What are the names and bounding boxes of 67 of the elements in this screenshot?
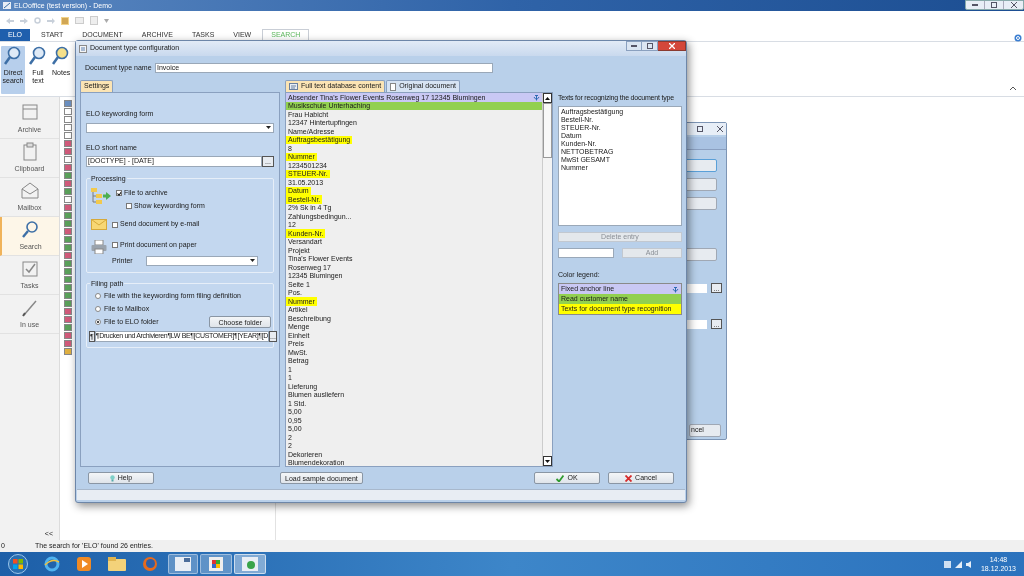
restore-icon[interactable]: [697, 126, 703, 132]
checkbox[interactable]: [126, 202, 132, 209]
cross-icon: [625, 474, 633, 482]
restore-icon: [991, 2, 997, 8]
dropdown-icon[interactable]: [104, 18, 109, 23]
dropdown[interactable]: [146, 255, 258, 266]
checkbox[interactable]: [112, 242, 118, 249]
help-icon[interactable]: [1014, 34, 1022, 42]
minimize-icon: [972, 4, 978, 6]
checkmark-icon: [556, 474, 565, 482]
browser-icon: [44, 556, 60, 572]
search-icon: [4, 46, 22, 66]
anchor-icon: [532, 93, 540, 101]
media-player-icon: [76, 556, 92, 572]
app-window-icon: [175, 557, 191, 571]
close-icon: [1010, 2, 1017, 8]
input-field[interactable]: [687, 319, 707, 329]
maximize-icon: [646, 43, 653, 49]
document-settings-icon: [79, 44, 87, 53]
taskbar-button[interactable]: [200, 554, 232, 574]
lightbulb-icon: [109, 474, 115, 482]
dropdown-arrow-icon: [250, 259, 255, 263]
scrollbar[interactable]: [541, 93, 552, 466]
checkbox[interactable]: [116, 190, 122, 197]
scroll-thumb[interactable]: [542, 103, 552, 158]
dropdown-arrow-icon: [266, 126, 271, 129]
minimize-icon: [631, 45, 637, 47]
scroll-up-button[interactable]: [542, 93, 552, 103]
close-icon: [668, 43, 675, 49]
anchor-icon: [672, 285, 679, 293]
app-icon: [3, 2, 11, 9]
search-icon: [20, 219, 41, 240]
up-arrow-icon: [544, 96, 550, 100]
radio-button[interactable]: [95, 319, 101, 325]
close-button[interactable]: [658, 41, 686, 51]
document-icon: [390, 82, 397, 91]
maximize-button[interactable]: [642, 41, 658, 51]
minimize-button[interactable]: [626, 41, 642, 51]
search-icon: [52, 46, 71, 66]
checkbox[interactable]: [112, 221, 118, 228]
network-icon[interactable]: [954, 560, 962, 568]
database-document-icon: [289, 83, 298, 90]
collapse-ribbon-icon[interactable]: [1010, 86, 1016, 90]
globe-icon: [142, 556, 158, 572]
taskbar-button[interactable]: [168, 554, 198, 574]
search-icon: [29, 46, 47, 66]
folder-icon: [108, 557, 126, 571]
taskbar-button[interactable]: [234, 554, 266, 574]
input-field[interactable]: [687, 283, 707, 293]
envelope-icon: [91, 219, 107, 230]
down-arrow-icon: [544, 459, 550, 463]
printer-icon: [91, 240, 107, 254]
window-icon: [19, 102, 40, 123]
dropdown[interactable]: [86, 122, 274, 133]
tray-icon[interactable]: [943, 560, 951, 568]
checkbox-icon: [19, 258, 40, 279]
close-icon[interactable]: [717, 126, 723, 132]
scroll-down-button[interactable]: [542, 456, 552, 466]
folder-tree-icon: [91, 188, 111, 204]
tiles-icon: [209, 557, 223, 571]
windows-logo-icon: [8, 554, 28, 574]
input-field[interactable]: [557, 247, 614, 258]
radio-button[interactable]: [95, 293, 101, 300]
volume-icon[interactable]: [965, 560, 973, 568]
radio-button[interactable]: [95, 305, 101, 312]
mailbox-icon: [19, 180, 40, 201]
app-window-icon: [242, 557, 258, 571]
